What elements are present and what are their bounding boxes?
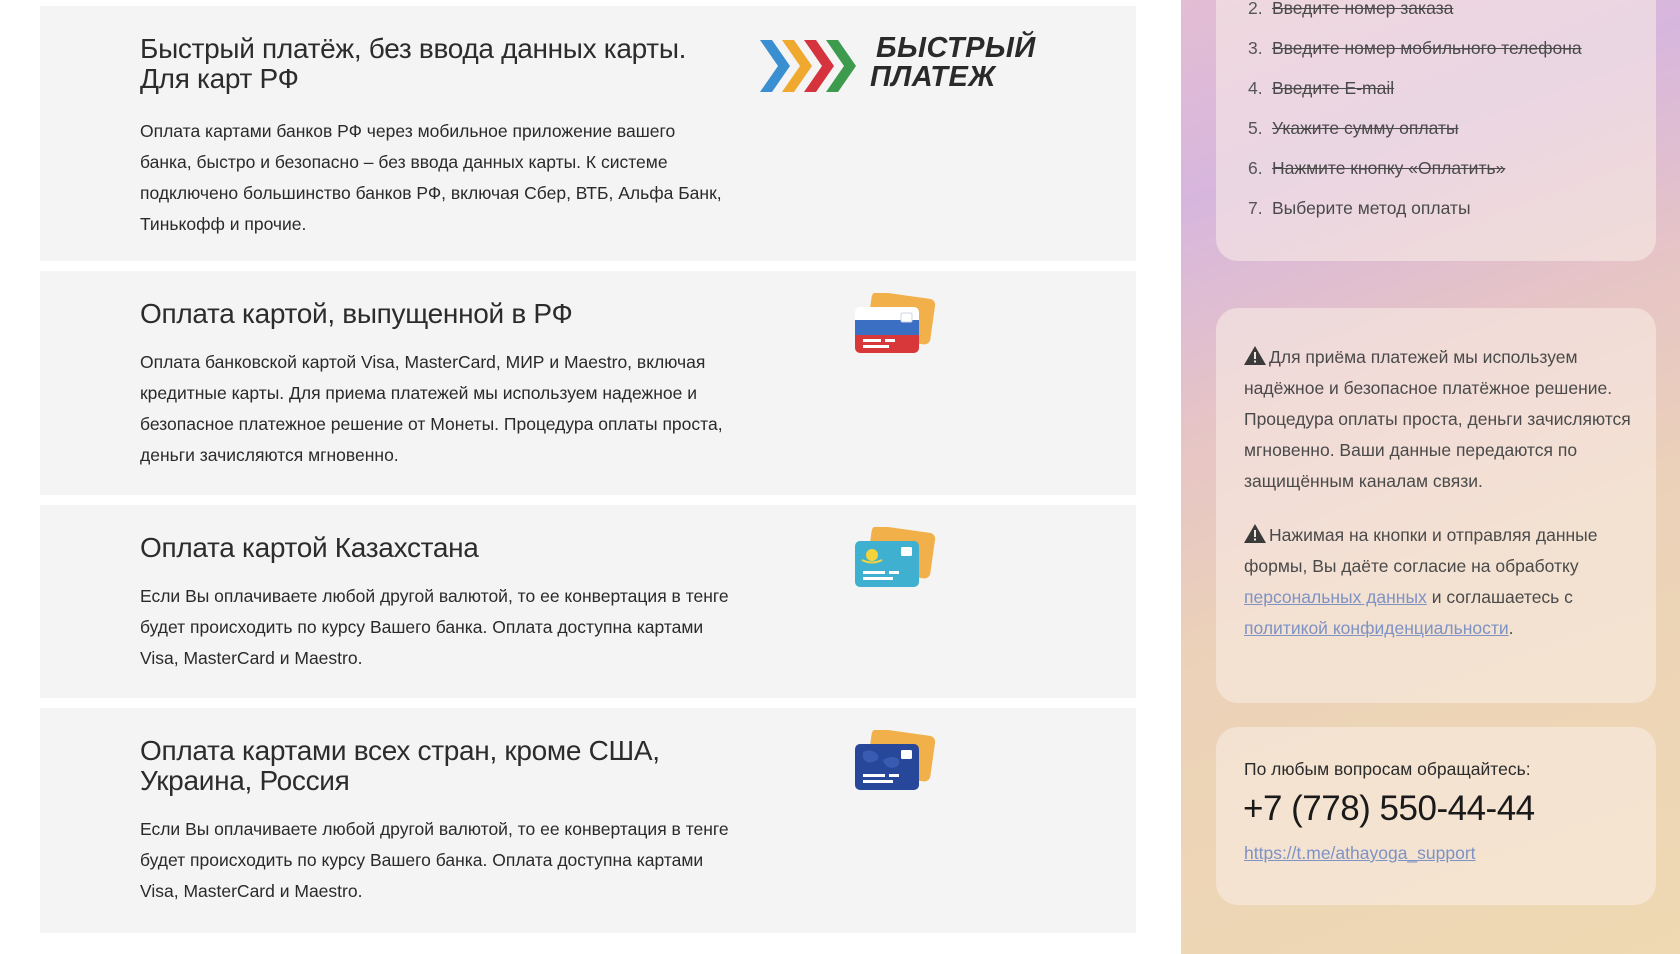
method-title: Оплата картой Казахстана bbox=[140, 532, 479, 563]
payment-method-fast-payment[interactable]: Быстрый платёж, без ввода данных карты. … bbox=[40, 6, 1136, 261]
step-item: 4. Введите E-mail bbox=[1248, 78, 1395, 98]
contact-panel: По любым вопросам обращайтесь: +7 (778) … bbox=[1216, 727, 1656, 905]
steps-list: 2. Введите номер заказа 3. Введите номер м… bbox=[1248, 0, 1582, 228]
step-item: 6. Нажмите кнопку «Оплатить» bbox=[1248, 158, 1506, 178]
payment-method-kazakhstan-card[interactable]: Оплата картой Казахстана Если Вы оплачив… bbox=[40, 505, 1136, 698]
steps-panel: 2. Введите номер заказа 3. Введите номер м… bbox=[1216, 0, 1656, 261]
step-item: 7. Выберите метод оплаты bbox=[1248, 198, 1471, 218]
method-title: Оплата картами всех стран, кроме США, Ук… bbox=[140, 735, 660, 796]
step-item: 3. Введите номер мобильного телефона bbox=[1248, 38, 1582, 58]
telegram-support-link[interactable]: https://t.me/athayoga_support bbox=[1244, 843, 1476, 864]
consent-note: Нажимая на кнопки и отправляя данные фор… bbox=[1244, 524, 1598, 638]
payment-method-russia-card[interactable]: Оплата картой, выпущенной в РФ Оплата ба… bbox=[40, 271, 1136, 495]
personal-data-link[interactable]: персональных данных bbox=[1244, 587, 1427, 607]
security-note: Для приёма платежей мы используем надёжн… bbox=[1244, 346, 1631, 491]
method-title: Оплата картой, выпущенной в РФ bbox=[140, 298, 573, 329]
warning-icon bbox=[1244, 346, 1266, 365]
logo-text-line2: ПЛАТЕЖ bbox=[870, 61, 996, 93]
payment-method-world-card[interactable]: Оплата картами всех стран, кроме США, Ук… bbox=[40, 708, 1136, 933]
info-panel: Для приёма платежей мы используем надёжн… bbox=[1216, 308, 1656, 703]
step-item: 5. Укажите сумму оплаты bbox=[1248, 118, 1459, 138]
method-description: Оплата банковской картой Visa, MasterCar… bbox=[140, 352, 723, 465]
step-item: 2. Введите номер заказа bbox=[1248, 0, 1454, 18]
method-title: Быстрый платёж, без ввода данных карты. … bbox=[140, 33, 687, 94]
instructions-sidebar: 2. Введите номер заказа 3. Введите номер м… bbox=[1181, 0, 1680, 954]
russia-card-icon bbox=[855, 291, 939, 362]
payment-methods-column: Быстрый платёж, без ввода данных карты. … bbox=[0, 0, 1180, 954]
method-description: Если Вы оплачиваете любой другой валютой… bbox=[140, 586, 729, 668]
warning-icon bbox=[1244, 524, 1266, 543]
chevrons-icon bbox=[760, 40, 856, 92]
contact-label: По любым вопросам обращайтесь: bbox=[1244, 759, 1531, 779]
contact-phone[interactable]: +7 (778) 550-44-44 bbox=[1243, 789, 1535, 829]
world-card-icon bbox=[855, 728, 939, 799]
kazakhstan-card-icon bbox=[855, 525, 939, 596]
privacy-policy-link[interactable]: политикой конфиденциальности bbox=[1244, 618, 1509, 638]
fast-payment-logo: БЫСТРЫЙ ПЛАТЕЖ bbox=[760, 28, 1050, 98]
method-description: Если Вы оплачиваете любой другой валютой… bbox=[140, 819, 729, 901]
method-description: Оплата картами банков РФ через мобильное… bbox=[140, 121, 722, 234]
